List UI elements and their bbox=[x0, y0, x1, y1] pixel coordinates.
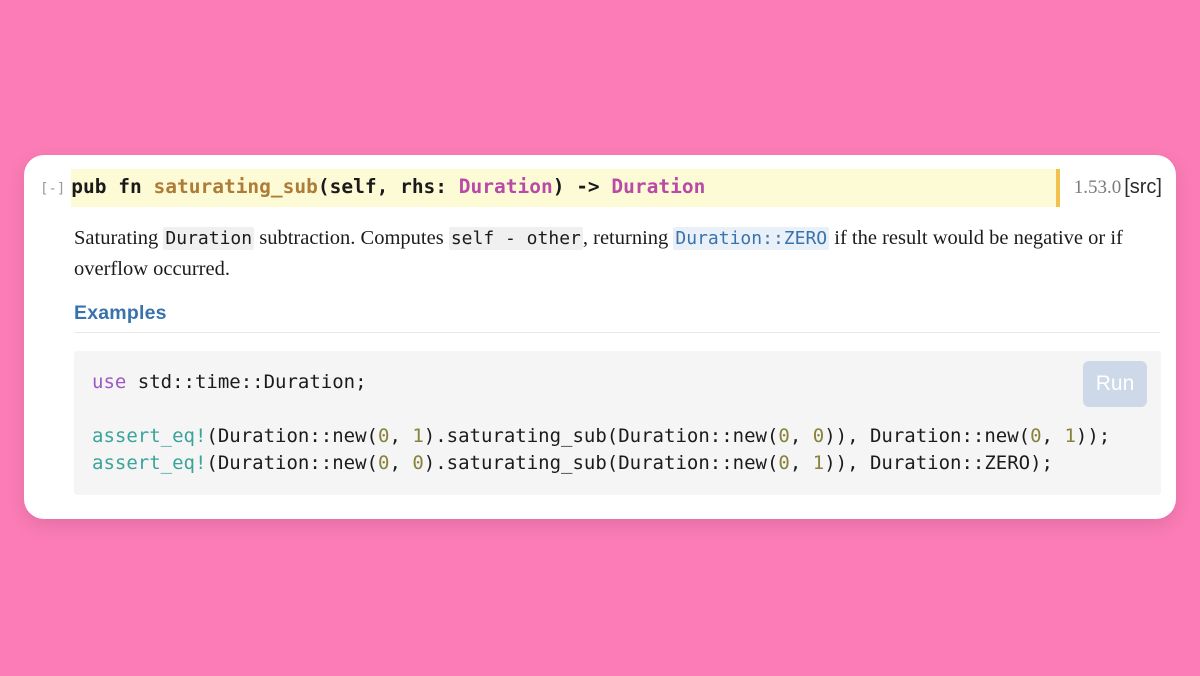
sig-arrow: -> bbox=[564, 175, 612, 198]
inline-code-self-minus-other: self - other bbox=[448, 227, 583, 250]
code-line3-e: )), Duration::new( bbox=[824, 425, 1031, 447]
code-line3-n1: 0 bbox=[377, 425, 390, 447]
code-line3-f: , bbox=[1041, 425, 1065, 447]
function-name: saturating_sub bbox=[153, 175, 318, 198]
inline-code-duration: Duration bbox=[163, 227, 255, 250]
code-line4-c: ).saturating_sub(Duration::new( bbox=[423, 452, 779, 474]
keyword-fn: fn bbox=[118, 175, 142, 198]
source-link[interactable]: [src] bbox=[1124, 176, 1162, 198]
code-line3-n3: 0 bbox=[778, 425, 790, 447]
since-version: 1.53.0 bbox=[1073, 177, 1122, 198]
signature-meta: 1.53.0 [src] bbox=[1060, 172, 1176, 204]
code-line3-g: )); bbox=[1075, 425, 1111, 447]
run-button[interactable]: Run bbox=[1083, 361, 1147, 407]
code-line3-n5: 0 bbox=[1030, 425, 1042, 447]
code-line4-a: (Duration::new( bbox=[206, 452, 378, 474]
link-duration-zero[interactable]: Duration::ZERO bbox=[673, 227, 830, 250]
code-line3-d: , bbox=[789, 425, 813, 447]
code-line4-n2: 0 bbox=[412, 452, 424, 474]
code-line3-b: , bbox=[389, 425, 413, 447]
code-line3-a: (Duration::new( bbox=[206, 425, 378, 447]
code-line4-n1: 0 bbox=[377, 452, 390, 474]
signature-code: pub fn saturating_sub(self, rhs: Duratio… bbox=[71, 175, 705, 198]
sig-paren-open: ( bbox=[317, 175, 330, 198]
code-line4-b: , bbox=[389, 452, 413, 474]
sig-param-type[interactable]: Duration bbox=[459, 175, 553, 198]
collapse-toggle-icon[interactable]: [-] bbox=[24, 174, 71, 204]
example-block-wrap: use std::time::Duration; assert_eq!(Dura… bbox=[74, 351, 1161, 495]
sig-paren-close: ) bbox=[552, 175, 565, 198]
code-line3-c: ).saturating_sub(Duration::new( bbox=[423, 425, 779, 447]
code-line3-n6: 1 bbox=[1064, 425, 1076, 447]
desc-text-3: , returning bbox=[582, 227, 674, 249]
doc-item-card: [-] pub fn saturating_sub(self, rhs: Dur… bbox=[24, 155, 1176, 519]
code-line3-n2: 1 bbox=[412, 425, 424, 447]
sig-space-2 bbox=[142, 175, 154, 198]
code-macro-assert-eq-1: assert_eq! bbox=[92, 425, 207, 447]
signature-band: pub fn saturating_sub(self, rhs: Duratio… bbox=[71, 169, 1060, 207]
code-macro-assert-eq-2: assert_eq! bbox=[92, 452, 207, 474]
page-root: [-] pub fn saturating_sub(self, rhs: Dur… bbox=[0, 0, 1200, 676]
doc-description: Saturating Duration subtraction. Compute… bbox=[24, 213, 1144, 284]
keyword-pub: pub bbox=[71, 175, 107, 198]
sig-return-type[interactable]: Duration bbox=[611, 175, 705, 198]
sig-space-1 bbox=[107, 175, 119, 198]
sig-params: self, rhs: bbox=[329, 175, 459, 198]
desc-text-2: subtraction. Computes bbox=[254, 227, 449, 249]
code-keyword-use: use bbox=[92, 371, 127, 393]
code-line3-n4: 0 bbox=[812, 425, 825, 447]
examples-heading-wrap: Examples bbox=[74, 302, 1160, 333]
examples-heading[interactable]: Examples bbox=[74, 302, 167, 324]
desc-text-1: Saturating bbox=[74, 227, 164, 249]
function-signature-row: [-] pub fn saturating_sub(self, rhs: Dur… bbox=[24, 169, 1176, 213]
code-line1-rest: std::time::Duration; bbox=[126, 371, 367, 393]
code-line4-n3: 0 bbox=[778, 452, 790, 474]
code-line4-n4: 1 bbox=[812, 452, 825, 474]
example-code-block: use std::time::Duration; assert_eq!(Dura… bbox=[74, 351, 1161, 495]
code-line4-e: )), Duration::ZERO); bbox=[824, 452, 1053, 474]
code-line4-d: , bbox=[789, 452, 813, 474]
